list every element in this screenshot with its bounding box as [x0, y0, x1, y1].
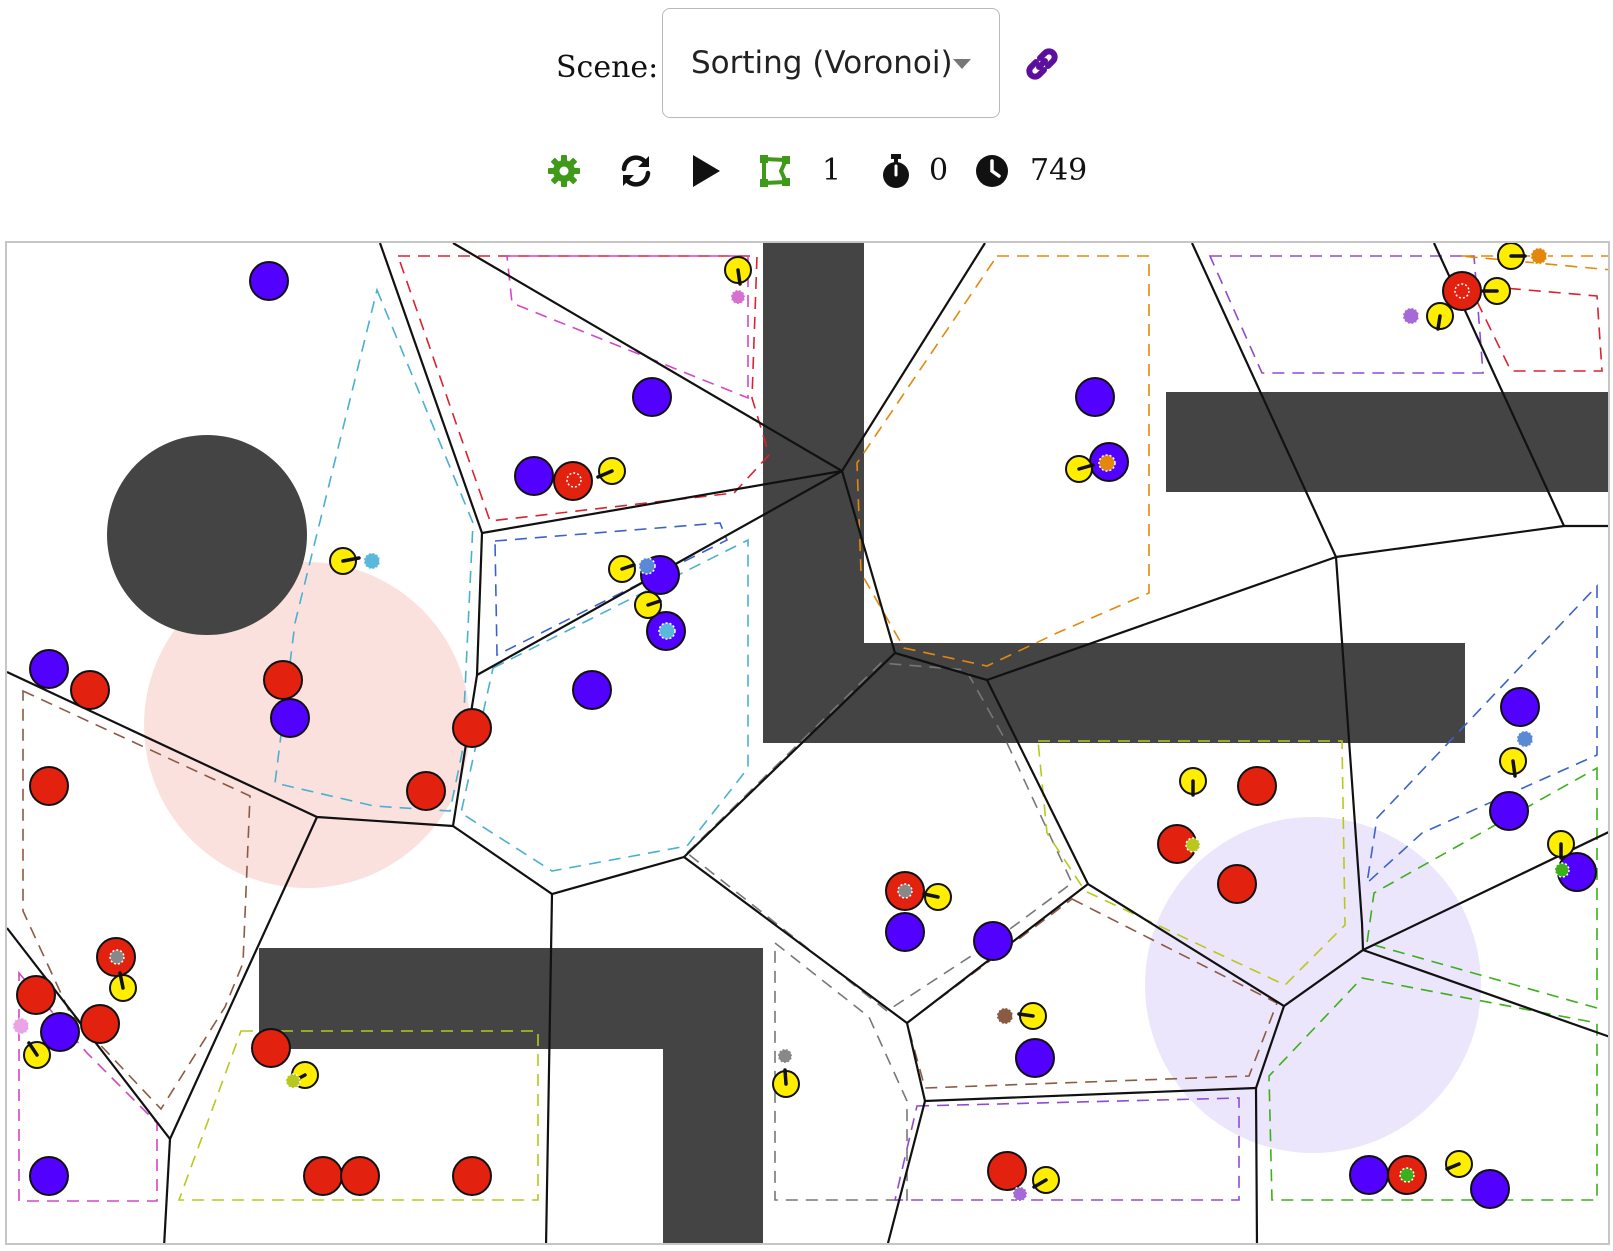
refresh-icon[interactable]	[618, 148, 654, 194]
clock-value: 749	[1030, 153, 1088, 188]
scene-select[interactable]: Sorting (Voronoi)	[662, 8, 1000, 118]
scene-row: Scene: Sorting (Voronoi)	[0, 8, 1613, 118]
clock-icon	[975, 148, 1009, 194]
gear-icon[interactable]	[547, 148, 581, 194]
scene-select-value: Sorting (Voronoi)	[691, 45, 953, 81]
boundary-count: 1	[822, 153, 842, 188]
link-icon[interactable]	[1022, 44, 1062, 84]
stopwatch-value: 0	[929, 153, 949, 188]
scene-label: Scene:	[556, 50, 659, 85]
shape-icon[interactable]	[758, 148, 792, 194]
simulation-canvas[interactable]	[5, 241, 1610, 1245]
play-icon[interactable]	[690, 148, 722, 194]
toolbar: 1 0 749	[0, 148, 1613, 194]
stopwatch-icon	[880, 148, 912, 194]
chevron-down-icon	[953, 59, 971, 69]
